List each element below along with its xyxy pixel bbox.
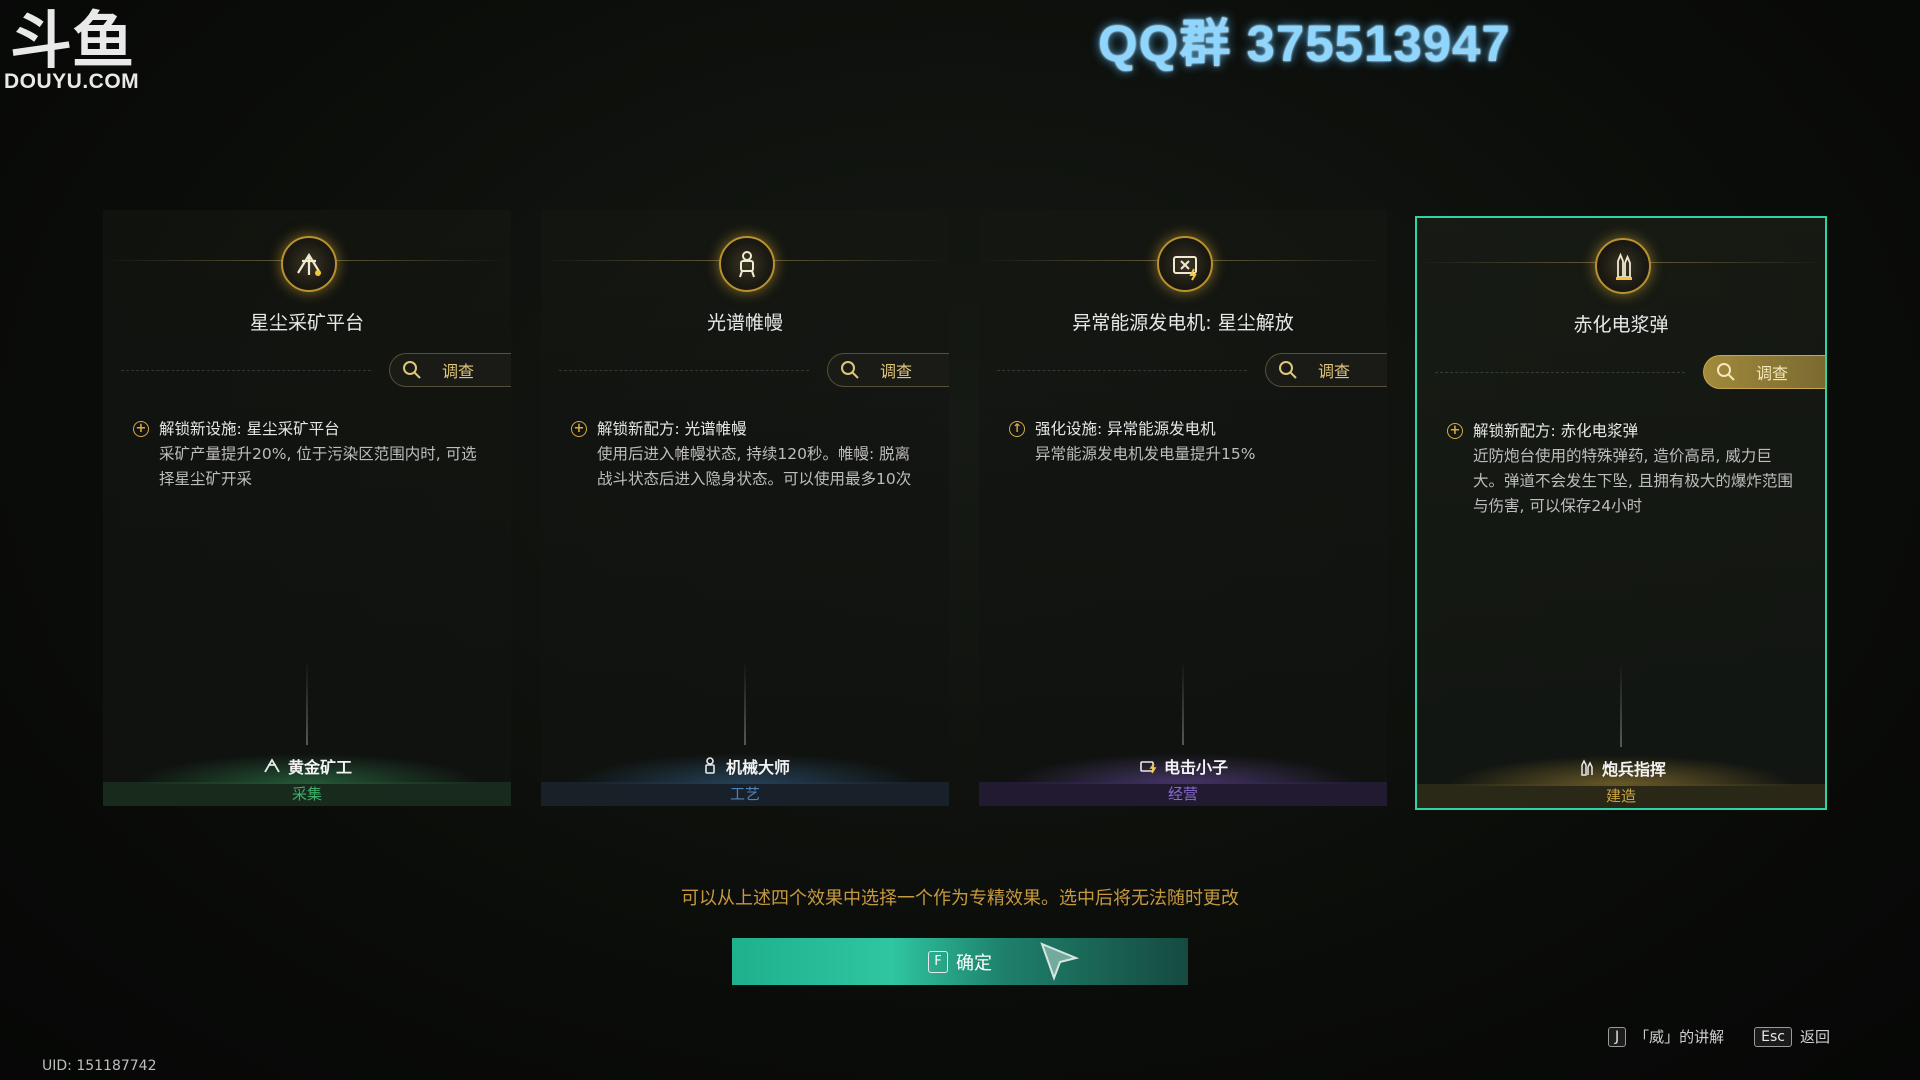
mining-rig-icon <box>281 236 337 292</box>
investigate-button[interactable]: 调查 <box>827 353 949 387</box>
plus-icon: + <box>133 421 149 437</box>
hero-name: 电击小子 <box>1163 758 1228 777</box>
investigate-button[interactable]: 调查 <box>1703 355 1825 389</box>
investigate-button[interactable]: 调查 <box>389 353 511 387</box>
effect-head: 解锁新配方: 赤化电浆弹 <box>1473 422 1639 440</box>
effect-head: 解锁新配方: 光谱帷幔 <box>597 420 747 438</box>
search-icon <box>1279 361 1297 379</box>
card-title: 光谱帷幔 <box>706 312 783 334</box>
effect-body: 近防炮台使用的特殊弹药, 造价高昂, 威力巨大。弹道不会发生下坠, 且拥有极大的… <box>1473 447 1793 515</box>
svg-text:斗鱼: 斗鱼 <box>10 4 134 70</box>
plus-icon: + <box>1447 423 1463 439</box>
option-card-3[interactable]: 异常能源发电机: 星尘解放 调查 ↑ 强化设施: 异常能源发电机 异常能源发电机发… <box>979 210 1387 806</box>
qq-group-banner: QQ群 375513947 <box>1098 15 1511 72</box>
douyu-watermark: 斗鱼 DOUYU.COM <box>2 0 152 93</box>
hint-back[interactable]: 返回 <box>1800 1026 1830 1047</box>
effect-head: 解锁新设施: 星尘采矿平台 <box>159 420 340 438</box>
generator-icon <box>1157 236 1213 292</box>
effect-description: + 解锁新配方: 光谱帷幔 使用后进入帷幔状态, 持续120秒。帷幔: 脱离战斗状… <box>571 417 921 492</box>
upgrade-icon: ↑ <box>1009 421 1025 437</box>
hero-tag: 炮兵指挥 <box>1417 750 1825 786</box>
hint-explanation[interactable]: 「威」的讲解 <box>1634 1026 1724 1047</box>
search-icon <box>1717 363 1735 381</box>
investigate-button[interactable]: 调查 <box>1265 353 1387 387</box>
category-label: 采集 <box>103 782 511 806</box>
mechanic-icon <box>705 757 715 774</box>
light-beam <box>1620 662 1622 747</box>
footer-hints: J 「威」的讲解 Esc 返回 <box>1607 1026 1830 1047</box>
option-card-2[interactable]: 光谱帷幔 调查 + 解锁新配方: 光谱帷幔 使用后进入帷幔状态, 持续120秒。帷… <box>541 210 949 806</box>
confirm-label: 确定 <box>956 952 992 974</box>
douyu-logo-icon: 斗鱼 <box>10 4 134 70</box>
plus-icon: + <box>571 421 587 437</box>
search-icon <box>403 361 421 379</box>
spectral-robot-icon <box>719 236 775 292</box>
dashed-divider <box>559 370 809 371</box>
douyu-site-label: DOUYU.COM <box>4 70 140 93</box>
card-title: 星尘采矿平台 <box>249 312 364 334</box>
effect-description: + 解锁新配方: 赤化电浆弹 近防炮台使用的特殊弹药, 造价高昂, 威力巨大。弹道… <box>1447 419 1797 519</box>
hero-tag: 黄金矿工 <box>103 748 511 784</box>
dashed-divider <box>121 370 371 371</box>
light-beam <box>744 660 746 745</box>
confirm-keycap: F <box>928 950 948 973</box>
search-icon <box>841 361 859 379</box>
effect-description: + 解锁新设施: 星尘采矿平台 采矿产量提升20%, 位于污染区范围内时, 可选择… <box>133 417 483 492</box>
hero-name: 炮兵指挥 <box>1601 760 1666 779</box>
effect-body: 使用后进入帷幔状态, 持续120秒。帷幔: 脱离战斗状态后进入隐身状态。可以使用… <box>597 445 912 488</box>
hero-name: 黄金矿工 <box>287 758 352 777</box>
light-beam <box>1182 660 1184 745</box>
hint-key-j[interactable]: J <box>1607 1026 1627 1047</box>
plasma-shell-icon <box>1595 238 1651 294</box>
artillery-icon <box>1581 759 1593 776</box>
effect-body: 异常能源发电机发电量提升15% <box>1035 445 1256 463</box>
category-label: 建造 <box>1417 784 1825 808</box>
dashed-divider <box>1435 372 1685 373</box>
option-card-1[interactable]: 星尘采矿平台 调查 + 解锁新设施: 星尘采矿平台 采矿产量提升20%, 位于污染… <box>103 210 511 806</box>
option-card-4[interactable]: 赤化电浆弹 调查 + 解锁新配方: 赤化电浆弹 近防炮台使用的特殊弹药, 造价高昂… <box>1415 216 1827 810</box>
investigate-label: 调查 <box>442 362 475 381</box>
selection-instruction: 可以从上述四个效果中选择一个作为专精效果。选中后将无法随时更改 <box>681 888 1239 909</box>
miner-icon <box>264 758 280 773</box>
effect-description: ↑ 强化设施: 异常能源发电机 异常能源发电机发电量提升15% <box>1009 417 1359 467</box>
investigate-label: 调查 <box>880 362 913 381</box>
investigate-label: 调查 <box>1756 364 1789 383</box>
effect-head: 强化设施: 异常能源发电机 <box>1035 420 1216 438</box>
user-id: UID: 151187742 <box>42 1058 157 1074</box>
investigate-label: 调查 <box>1318 362 1351 381</box>
cursor-arrow-icon <box>1040 942 1080 981</box>
hero-name: 机械大师 <box>725 758 790 777</box>
category-label: 经营 <box>979 782 1387 806</box>
confirm-button[interactable]: F 确定 <box>732 938 1188 985</box>
card-title: 异常能源发电机: 星尘解放 <box>1072 312 1294 334</box>
card-title: 赤化电浆弹 <box>1573 314 1669 336</box>
category-label: 工艺 <box>541 782 949 806</box>
hero-tag: 机械大师 <box>541 748 949 784</box>
electric-icon <box>1140 761 1157 774</box>
hero-tag: 电击小子 <box>979 748 1387 784</box>
hint-key-esc[interactable]: Esc <box>1754 1026 1792 1047</box>
dashed-divider <box>997 370 1247 371</box>
light-beam <box>306 660 308 745</box>
effect-body: 采矿产量提升20%, 位于污染区范围内时, 可选择星尘矿开采 <box>159 445 477 488</box>
